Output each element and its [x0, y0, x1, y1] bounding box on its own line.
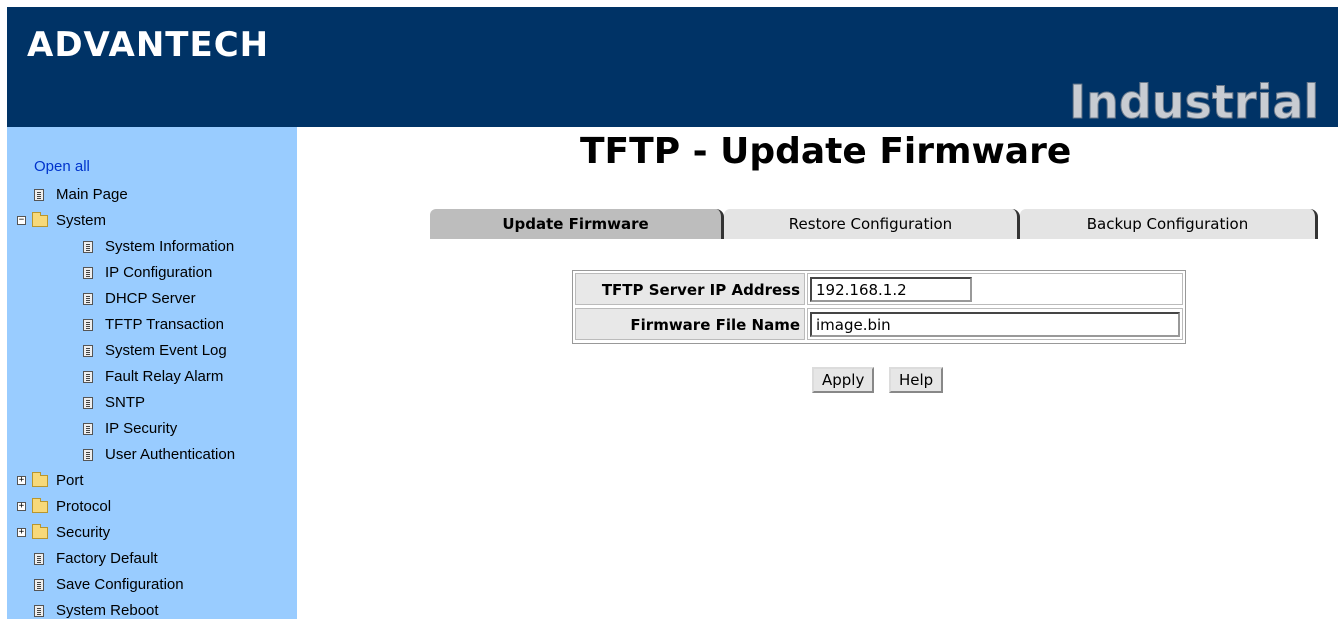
file-name-cell	[807, 308, 1183, 340]
document-icon	[83, 397, 93, 409]
document-icon	[34, 189, 44, 201]
document-icon	[83, 241, 93, 253]
server-ip-label: TFTP Server IP Address	[575, 273, 805, 305]
sidebar: Open all Main Page − System System Informat…	[7, 127, 297, 619]
document-icon	[83, 345, 93, 357]
server-ip-cell	[807, 273, 1183, 305]
folder-icon	[32, 472, 48, 487]
sidebar-item-label: Save Configuration	[56, 576, 184, 593]
firmware-form-table: TFTP Server IP Address Firmware File Nam…	[572, 270, 1186, 344]
page-title: TFTP - Update Firmware	[580, 131, 1072, 172]
sidebar-item-label: System Event Log	[105, 342, 227, 359]
folder-open-icon	[32, 212, 48, 227]
file-name-label: Firmware File Name	[575, 308, 805, 340]
server-ip-row: TFTP Server IP Address	[575, 273, 1183, 306]
tab-update-firmware[interactable]: Update Firmware	[430, 209, 724, 239]
document-icon	[83, 423, 93, 435]
file-name-input[interactable]	[810, 312, 1180, 337]
banner-title: Industrial S	[1068, 75, 1338, 128]
document-icon	[83, 449, 93, 461]
document-icon	[34, 579, 44, 591]
sidebar-item-label: IP Security	[105, 420, 178, 437]
document-icon	[83, 371, 93, 383]
folder-icon	[32, 524, 48, 539]
file-name-row: Firmware File Name	[575, 308, 1183, 341]
help-button[interactable]: Help	[889, 367, 944, 393]
sidebar-item-label: Security	[56, 524, 111, 541]
header-banner: ADVANTECH Industrial S	[7, 7, 1338, 127]
server-ip-input[interactable]	[810, 277, 972, 302]
sidebar-item-label: Protocol	[56, 498, 112, 515]
sidebar-item-label: Main Page	[56, 186, 128, 203]
page-edge	[0, 0, 7, 619]
sidebar-item-label: System	[56, 212, 107, 229]
sidebar-item-label: User Authentication	[105, 446, 236, 463]
document-icon	[34, 605, 44, 617]
tab-restore-configuration[interactable]: Restore Configuration	[724, 209, 1020, 239]
document-icon	[34, 553, 44, 565]
advantech-logo: ADVANTECH	[27, 25, 270, 65]
sidebar-item-label: DHCP Server	[105, 290, 196, 307]
sidebar-item-label: System Information	[105, 238, 235, 255]
sidebar-item-label: Port	[56, 472, 84, 489]
document-icon	[83, 293, 93, 305]
expand-icon[interactable]: +	[17, 502, 26, 511]
document-icon	[83, 267, 93, 279]
sidebar-item-label: Factory Default	[56, 550, 158, 567]
folder-icon	[32, 498, 48, 513]
expand-icon[interactable]: +	[17, 528, 26, 537]
sidebar-item-label: SNTP	[105, 394, 146, 411]
sidebar-item-label: System Reboot	[56, 602, 159, 619]
document-icon	[83, 319, 93, 331]
collapse-icon[interactable]: −	[17, 216, 26, 225]
sidebar-item-label: TFTP Transaction	[105, 316, 224, 333]
sidebar-item-label: IP Configuration	[105, 264, 213, 281]
tab-backup-configuration[interactable]: Backup Configuration	[1020, 209, 1318, 239]
open-all-link[interactable]: Open all	[34, 158, 90, 175]
expand-icon[interactable]: +	[17, 476, 26, 485]
apply-button[interactable]: Apply	[812, 367, 875, 393]
sidebar-item-label: Fault Relay Alarm	[105, 368, 224, 385]
